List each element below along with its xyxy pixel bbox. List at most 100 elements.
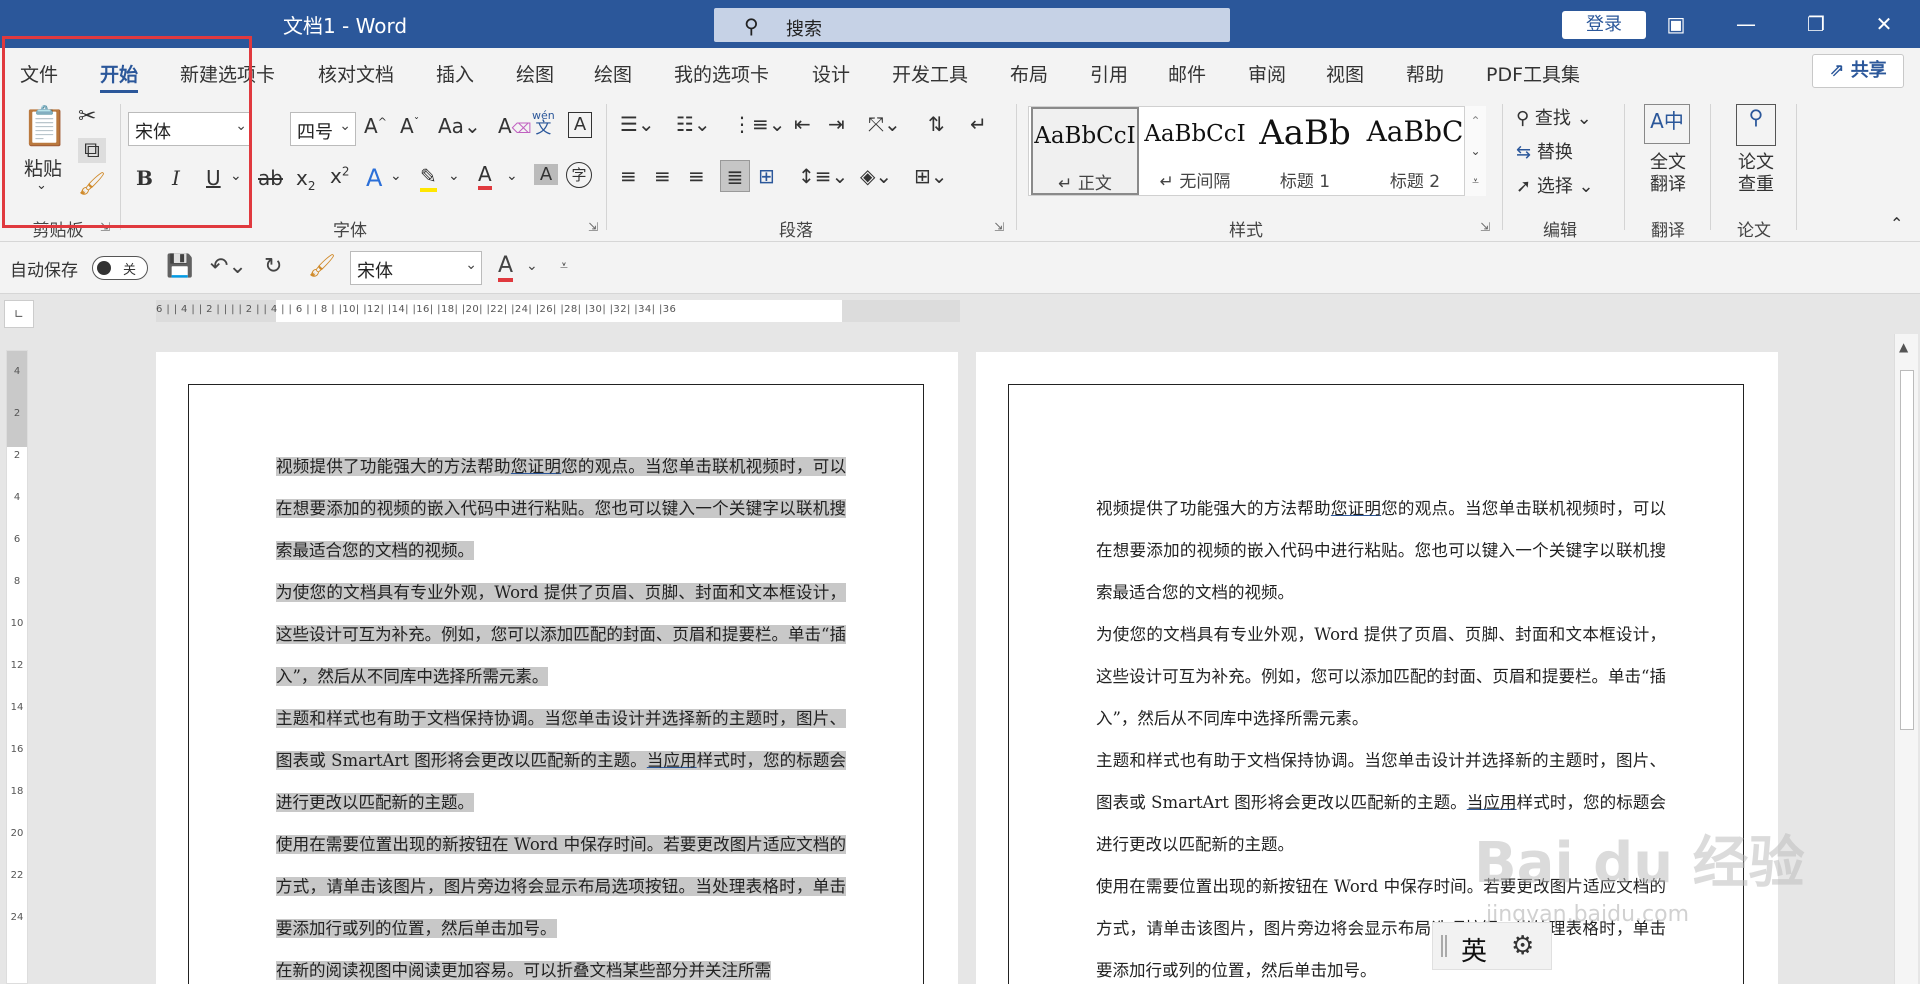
chevron-up-icon[interactable]: ⌃ xyxy=(1465,106,1486,136)
page-1-text[interactable]: 视频提供了功能强大的方法帮助您证明您的观点。当您单击联机视频时，可以在想要添加的… xyxy=(276,446,847,984)
document-page-1[interactable]: 视频提供了功能强大的方法帮助您证明您的观点。当您单击联机视频时，可以在想要添加的… xyxy=(156,352,958,984)
share-button[interactable]: ⇗ 共享 xyxy=(1812,54,1904,88)
restore-button[interactable]: ❐ xyxy=(1796,8,1836,40)
styles-gallery-scroll[interactable]: ⌃ ⌄ ⩡ xyxy=(1464,106,1486,196)
paragraph[interactable]: 为使您的文档具有专业外观，Word 提供了页眉、页脚、封面和文本框设计，这些设计… xyxy=(1096,614,1666,740)
login-button[interactable]: 登录 xyxy=(1562,11,1646,39)
paper-check-button[interactable]: 论文 查重 xyxy=(1726,152,1786,196)
bullets-icon[interactable]: ☰⌄ xyxy=(620,112,655,136)
horizontal-ruler[interactable]: 6 | | 4 | | 2 | | | | 2 | | 4 | | 6 | | … xyxy=(156,300,960,322)
tab-draw-1[interactable]: 绘图 xyxy=(516,60,554,87)
chinese-layout-icon[interactable]: ⤧⌄ xyxy=(868,112,901,136)
drag-handle-icon[interactable] xyxy=(1441,935,1447,957)
text-effects-dropdown-icon[interactable]: ⌄ xyxy=(390,168,402,184)
tab-pdf-tools[interactable]: PDF工具集 xyxy=(1486,60,1580,87)
style-normal[interactable]: AaBbCcI ↵ 正文 xyxy=(1031,107,1139,195)
paper-check-icon[interactable]: ⚲ xyxy=(1736,104,1776,146)
autosave-toggle[interactable]: 关 xyxy=(92,256,148,280)
collapse-ribbon-icon[interactable]: ⌃ xyxy=(1890,214,1903,233)
distributed-icon[interactable]: ⊞ xyxy=(758,164,775,188)
style-no-spacing[interactable]: AaBbCcI ↵ 无间隔 xyxy=(1141,107,1249,195)
paragraph-launcher-icon[interactable]: ⇲ xyxy=(994,220,1004,234)
character-border-icon[interactable]: A xyxy=(568,112,592,138)
select-button[interactable]: ➚ 选择 ⌄ xyxy=(1516,172,1594,198)
chevron-down-icon[interactable]: ⌄ xyxy=(1465,136,1486,166)
highlight-dropdown-icon[interactable]: ⌄ xyxy=(448,168,460,184)
scroll-up-icon[interactable]: ▲ xyxy=(1899,340,1908,354)
format-painter-qat-icon[interactable]: 🖌 xyxy=(308,254,336,279)
paragraph[interactable]: 视频提供了功能强大的方法帮助您证明您的观点。当您单击联机视频时，可以在想要添加的… xyxy=(1096,488,1666,614)
multilevel-list-icon[interactable]: ⋮≡⌄ xyxy=(732,112,786,136)
tab-view[interactable]: 视图 xyxy=(1326,60,1364,87)
redo-icon[interactable]: ↻ xyxy=(264,254,282,279)
replace-button[interactable]: ⇆ 替换 xyxy=(1516,138,1573,164)
style-heading-2[interactable]: AaBbC 标题 2 xyxy=(1361,107,1469,195)
vertical-ruler[interactable]: 4 2 2 4 6 8 10 12 14 16 18 20 22 24 xyxy=(6,350,28,984)
find-button[interactable]: ⚲ 查找 ⌄ xyxy=(1516,104,1592,130)
font-color-icon[interactable]: A xyxy=(478,162,492,190)
ime-language[interactable]: 英 xyxy=(1461,931,1487,968)
minimize-button[interactable]: — xyxy=(1726,8,1766,40)
styles-launcher-icon[interactable]: ⇲ xyxy=(1480,220,1490,234)
text-effects-icon[interactable]: A xyxy=(366,164,382,192)
vertical-scrollbar[interactable]: ▲ xyxy=(1894,334,1918,984)
customize-qat-icon[interactable]: ⩡ xyxy=(560,258,568,274)
save-icon[interactable]: 💾 xyxy=(166,254,193,279)
paragraph[interactable]: 使用在需要位置出现的新按钮在 Word 中保存时间。若要更改图片适应文档的方式，… xyxy=(276,824,846,950)
superscript-icon[interactable]: x2 xyxy=(330,164,349,188)
paragraph[interactable]: 为使您的文档具有专业外观，Word 提供了页眉、页脚、封面和文本框设计，这些设计… xyxy=(276,572,846,698)
numbering-icon[interactable]: ☷⌄ xyxy=(676,112,711,136)
search-box[interactable]: ⚲ 搜索 xyxy=(714,8,1230,42)
paragraph[interactable]: 在新的阅读视图中阅读更加容易。可以折叠文档某些部分并关注所需 xyxy=(276,950,846,984)
enclose-characters-icon[interactable]: 字 xyxy=(566,162,592,188)
character-shading-icon[interactable]: A xyxy=(534,164,558,185)
clear-formatting-icon[interactable]: A⌫ xyxy=(498,114,531,138)
tab-developer[interactable]: 开发工具 xyxy=(892,60,968,87)
paragraph[interactable]: 视频提供了功能强大的方法帮助您证明您的观点。当您单击联机视频时，可以在想要添加的… xyxy=(276,446,847,572)
scroll-thumb[interactable] xyxy=(1900,370,1914,730)
tab-my-tab[interactable]: 我的选项卡 xyxy=(674,60,769,87)
align-right-icon[interactable]: ≡ xyxy=(688,164,705,188)
line-spacing-icon[interactable]: ↕≡⌄ xyxy=(798,164,848,188)
strikethrough-icon[interactable]: ab xyxy=(258,166,283,190)
show-marks-icon[interactable]: ↵ xyxy=(970,112,987,136)
justify-icon[interactable]: ≣ xyxy=(720,160,750,192)
qat-font-color-dropdown-icon[interactable]: ⌄ xyxy=(526,258,538,274)
align-center-icon[interactable]: ≡ xyxy=(654,164,671,188)
gear-icon[interactable]: ⚙ xyxy=(1511,931,1534,961)
sort-icon[interactable]: ⇅ xyxy=(928,112,945,136)
paragraph[interactable]: 主题和样式也有助于文档保持协调。当您单击设计并选择新的主题时，图片、图表或 Sm… xyxy=(276,698,846,824)
close-button[interactable]: ✕ xyxy=(1864,8,1904,40)
ribbon-display-icon[interactable]: ▣ xyxy=(1656,8,1696,40)
align-left-icon[interactable]: ≡ xyxy=(620,164,637,188)
shading-icon[interactable]: ◈⌄ xyxy=(860,164,892,188)
more-styles-icon[interactable]: ⩡ xyxy=(1465,166,1486,196)
ime-toolbar[interactable]: 英 ⚙ xyxy=(1432,922,1552,970)
qat-font-combo[interactable]: 宋体 ⌄ xyxy=(350,251,482,285)
tab-selector[interactable]: ∟ xyxy=(4,300,34,328)
font-color-dropdown-icon[interactable]: ⌄ xyxy=(506,168,518,184)
tab-review[interactable]: 审阅 xyxy=(1248,60,1286,87)
style-heading-1[interactable]: AaBb 标题 1 xyxy=(1251,107,1359,195)
full-translate-button[interactable]: 全文 翻译 xyxy=(1640,152,1696,196)
tab-references[interactable]: 引用 xyxy=(1090,60,1128,87)
tab-layout[interactable]: 布局 xyxy=(1010,60,1048,87)
decrease-indent-icon[interactable]: ⇤ xyxy=(794,112,811,136)
highlight-icon[interactable]: ✎ xyxy=(420,164,437,192)
qat-font-color-icon[interactable]: A xyxy=(498,254,514,282)
subscript-icon[interactable]: x2 xyxy=(296,166,315,193)
borders-icon[interactable]: ⊞⌄ xyxy=(914,164,948,188)
tab-draw-2[interactable]: 绘图 xyxy=(594,60,632,87)
undo-icon[interactable]: ↶⌄ xyxy=(210,254,247,279)
tab-mailings[interactable]: 邮件 xyxy=(1168,60,1206,87)
change-case-icon[interactable]: Aa⌄ xyxy=(438,114,481,138)
font-size-combo[interactable]: 四号 ⌄ xyxy=(290,112,356,146)
tab-review-doc[interactable]: 核对文档 xyxy=(318,60,394,87)
tab-design[interactable]: 设计 xyxy=(812,60,850,87)
tab-help[interactable]: 帮助 xyxy=(1406,60,1444,87)
increase-indent-icon[interactable]: ⇥ xyxy=(828,112,845,136)
phonetic-guide-icon[interactable]: wén 文 xyxy=(532,110,555,136)
tab-insert[interactable]: 插入 xyxy=(436,60,474,87)
grow-font-icon[interactable]: A^ xyxy=(364,114,387,138)
font-launcher-icon[interactable]: ⇲ xyxy=(588,220,598,234)
